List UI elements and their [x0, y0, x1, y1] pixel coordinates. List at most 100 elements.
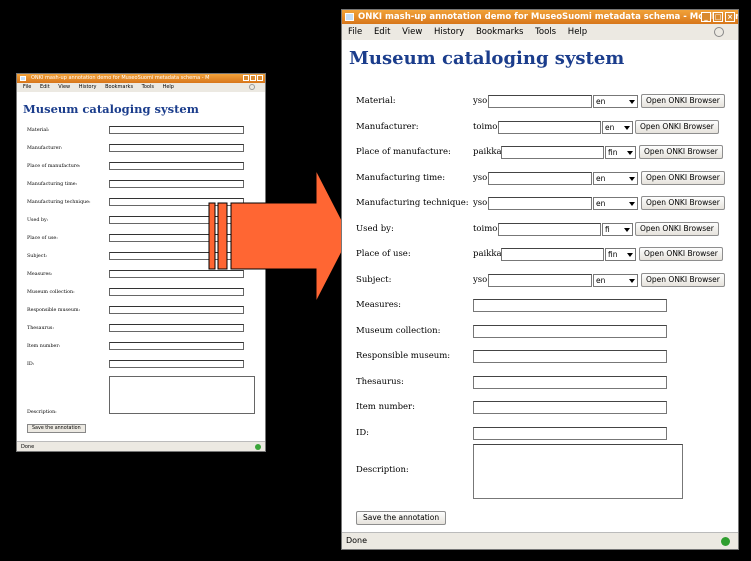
- title-bar: ONKI mash-up annotation demo for MuseoSu…: [342, 10, 738, 24]
- field-label: Measures:: [356, 300, 401, 310]
- status-ok-icon: [255, 444, 261, 450]
- save-annotation-button[interactable]: Save the annotation: [27, 424, 86, 433]
- subject-lang-select[interactable]: en: [593, 274, 638, 287]
- manufacturing-technique-input[interactable]: [488, 197, 592, 210]
- menu-view[interactable]: View: [402, 27, 422, 37]
- description-textarea[interactable]: [109, 376, 255, 414]
- small-status-bar: Done: [17, 441, 265, 451]
- place-of-manufacture-lang-select[interactable]: fin: [605, 146, 636, 159]
- menu-edit[interactable]: Edit: [374, 27, 390, 37]
- place-of-manufacture-field[interactable]: [109, 162, 244, 170]
- ontology-prefix: yso: [473, 96, 488, 106]
- maximize-icon[interactable]: □: [713, 12, 723, 22]
- id-input[interactable]: [473, 427, 667, 440]
- thesaurus-input[interactable]: [473, 376, 667, 389]
- browser-app-icon: [20, 76, 26, 81]
- minimize-icon[interactable]: [243, 75, 249, 81]
- status-ok-icon: [721, 537, 730, 546]
- responsible-museum-input[interactable]: [473, 350, 667, 363]
- menu-view[interactable]: View: [58, 84, 70, 90]
- item-number-input[interactable]: [473, 401, 667, 414]
- lang-value: en: [596, 97, 606, 106]
- field-label: Place of manufacture:: [27, 164, 81, 169]
- field-label: Used by:: [27, 218, 49, 223]
- open-onki-browser-button[interactable]: Open ONKI Browser: [641, 273, 725, 287]
- save-annotation-button[interactable]: Save the annotation: [356, 511, 447, 525]
- open-onki-browser-button[interactable]: Open ONKI Browser: [641, 196, 725, 210]
- item-number-field[interactable]: [109, 342, 244, 350]
- ontology-prefix: yso: [473, 198, 488, 208]
- menu-edit[interactable]: Edit: [40, 84, 50, 90]
- manufacturer-input[interactable]: [498, 121, 601, 134]
- material-input[interactable]: [488, 95, 592, 108]
- menu-history[interactable]: History: [434, 27, 464, 37]
- minimize-icon[interactable]: _: [701, 12, 711, 22]
- manufacturing-time-lang-select[interactable]: en: [593, 172, 638, 185]
- field-label: Place of use:: [356, 249, 411, 259]
- field-label: Measures:: [27, 272, 53, 277]
- small-title-bar: ONKI mash-up annotation demo for MuseoSu…: [17, 74, 265, 83]
- manufacturing-time-input[interactable]: [488, 172, 592, 185]
- open-onki-browser-button[interactable]: Open ONKI Browser: [635, 222, 719, 236]
- responsible-museum-field[interactable]: [109, 306, 244, 314]
- field-label: ID:: [27, 362, 35, 367]
- menu-tools[interactable]: Tools: [535, 27, 556, 37]
- field-label: Place of use:: [27, 236, 58, 241]
- field-label: Subject:: [27, 254, 48, 259]
- used-by-input[interactable]: [498, 223, 601, 236]
- field-label: Item number:: [356, 402, 415, 412]
- open-onki-browser-button[interactable]: Open ONKI Browser: [641, 171, 725, 185]
- open-onki-browser-button[interactable]: Open ONKI Browser: [635, 120, 719, 134]
- manufacturing-technique-lang-select[interactable]: en: [593, 197, 638, 210]
- field-label: Museum collection:: [356, 326, 441, 336]
- field-label: Manufacturing time:: [356, 173, 446, 183]
- menu-bookmarks[interactable]: Bookmarks: [476, 27, 524, 37]
- zoom-arrow-icon: [208, 170, 351, 303]
- description-textarea[interactable]: [473, 444, 683, 499]
- open-onki-browser-button[interactable]: Open ONKI Browser: [639, 247, 723, 261]
- material-field[interactable]: [109, 126, 244, 134]
- field-label: Used by:: [356, 224, 394, 234]
- open-onki-browser-button[interactable]: Open ONKI Browser: [639, 145, 723, 159]
- manufacturer-field[interactable]: [109, 144, 244, 152]
- close-icon[interactable]: ×: [725, 12, 735, 22]
- field-label: Item number:: [27, 344, 61, 349]
- id-field[interactable]: [109, 360, 244, 368]
- field-label: Manufacturer:: [27, 146, 63, 151]
- small-window-title: ONKI mash-up annotation demo for MuseoSu…: [31, 75, 210, 81]
- subject-input[interactable]: [488, 274, 592, 287]
- menu-history[interactable]: History: [79, 84, 97, 90]
- status-text: Done: [346, 536, 368, 545]
- ontology-prefix: paikka: [473, 249, 502, 259]
- throbber-icon: [249, 84, 255, 90]
- open-onki-browser-button[interactable]: Open ONKI Browser: [641, 94, 725, 108]
- field-label: Place of manufacture:: [356, 147, 451, 157]
- field-label: Subject:: [356, 275, 392, 285]
- measures-input[interactable]: [473, 299, 667, 312]
- maximize-icon[interactable]: [250, 75, 256, 81]
- field-label: Museum collection:: [27, 290, 75, 295]
- menu-file[interactable]: File: [348, 27, 362, 37]
- used-by-lang-select[interactable]: fi: [602, 223, 633, 236]
- field-label: Thesaurus:: [27, 326, 54, 331]
- menu-tools[interactable]: Tools: [142, 84, 154, 90]
- page-title: Museum cataloging system: [23, 102, 199, 116]
- page-content: Museum cataloging system Material: yso e…: [342, 40, 738, 532]
- ontology-prefix: yso: [473, 275, 488, 285]
- close-icon[interactable]: [257, 75, 263, 81]
- place-of-manufacture-input[interactable]: [501, 146, 604, 159]
- field-label: Manufacturing time:: [27, 182, 78, 187]
- ontology-prefix: toimo: [473, 122, 498, 132]
- manufacturer-lang-select[interactable]: en: [602, 121, 633, 134]
- place-of-use-lang-select[interactable]: fin: [605, 248, 636, 261]
- material-lang-select[interactable]: en: [593, 95, 638, 108]
- thesaurus-field[interactable]: [109, 324, 244, 332]
- place-of-use-input[interactable]: [501, 248, 604, 261]
- menu-bookmarks[interactable]: Bookmarks: [105, 84, 133, 90]
- menu-help[interactable]: Help: [568, 27, 587, 37]
- museum-collection-input[interactable]: [473, 325, 667, 338]
- menu-file[interactable]: File: [23, 84, 31, 90]
- field-label: Thesaurus:: [356, 377, 404, 387]
- description-label: Description:: [356, 465, 409, 475]
- menu-help[interactable]: Help: [163, 84, 174, 90]
